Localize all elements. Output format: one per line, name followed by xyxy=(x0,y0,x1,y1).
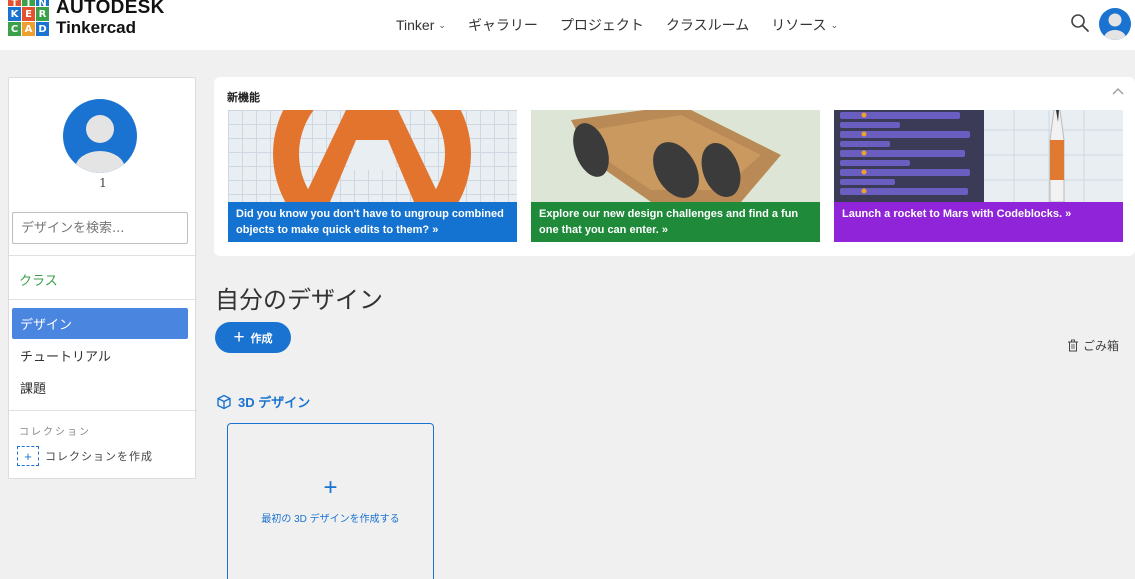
card-caption: Launch a rocket to Mars with Codeblocks.… xyxy=(834,202,1123,242)
chevron-up-icon[interactable] xyxy=(1111,85,1125,99)
sidebar: 1 クラス デザイン チュートリアル 課題 コレクション + コレクションを作成 xyxy=(8,77,197,479)
company-name: AUTODESK xyxy=(56,0,165,18)
nav-item-label: クラスルーム xyxy=(665,17,750,33)
logo-letter-grid: T I N K E R C A D xyxy=(8,0,49,36)
logo-letter: T xyxy=(8,0,21,6)
nav-item-gallery[interactable]: ギャラリー xyxy=(468,15,538,35)
create-first-design-card[interactable]: + 最初の 3D デザインを作成する xyxy=(227,423,434,579)
3d-designs-section-title: 3D デザイン xyxy=(216,392,310,411)
create-first-design-label: 最初の 3D デザインを作成する xyxy=(261,514,400,525)
plus-icon: + xyxy=(323,474,338,501)
trash-button[interactable]: ごみ箱 xyxy=(1067,337,1119,354)
logo-letter: A xyxy=(22,22,35,36)
chevron-down-icon: ⌄ xyxy=(438,19,446,30)
logo-letter: N xyxy=(36,0,49,6)
sidebar-item-lessons[interactable]: 課題 xyxy=(12,372,188,403)
plus-icon: + xyxy=(233,327,245,348)
design-search-input[interactable] xyxy=(12,212,188,244)
sidebar-item-designs[interactable]: デザイン xyxy=(12,308,188,339)
card-image xyxy=(228,110,517,202)
create-button[interactable]: + 作成 xyxy=(215,322,291,353)
create-collection-label: コレクションを作成 xyxy=(45,451,153,463)
card-image xyxy=(531,110,820,202)
divider xyxy=(9,410,197,411)
divider xyxy=(9,299,197,300)
user-avatar-icon[interactable] xyxy=(1099,8,1131,40)
news-card-codeblocks[interactable]: Launch a rocket to Mars with Codeblocks.… xyxy=(834,110,1123,242)
whats-new-panel: 新機能 Did you know you don't have to ungro… xyxy=(214,77,1135,256)
logo-letter: K xyxy=(8,7,21,21)
card-caption: Did you know you don't have to ungroup c… xyxy=(228,202,517,242)
sidebar-item-class[interactable]: クラス xyxy=(19,270,58,289)
chevron-down-icon: ⌄ xyxy=(830,19,839,30)
nav-item-label: プロジェクト xyxy=(559,17,644,33)
create-button-label: 作成 xyxy=(250,332,273,345)
logo-letter: E xyxy=(22,7,35,21)
collections-heading: コレクション xyxy=(19,427,91,438)
profile-count: 1 xyxy=(99,176,107,190)
logo-letter: R xyxy=(36,7,49,21)
main-nav: Tinker ⌄ ギャラリー プロジェクト クラスルーム リソース ⌄ xyxy=(396,15,860,35)
search-icon[interactable] xyxy=(1070,13,1090,33)
nav-item-projects[interactable]: プロジェクト xyxy=(560,15,644,35)
nav-item-label: ギャラリー xyxy=(467,17,538,33)
nav-item-tinker[interactable]: Tinker ⌄ xyxy=(396,15,446,35)
cube-icon xyxy=(217,394,231,409)
top-navigation-bar: T I N K E R C A D AUTODESK Tinkercad Tin… xyxy=(0,0,1135,50)
trash-label: ごみ箱 xyxy=(1083,339,1120,353)
create-collection-button[interactable]: + コレクションを作成 xyxy=(17,446,153,466)
section-title-label: 3D デザイン xyxy=(238,395,311,410)
news-card-challenges[interactable]: Explore our new design challenges and fi… xyxy=(531,110,820,242)
news-card-ungroup[interactable]: Did you know you don't have to ungroup c… xyxy=(228,110,517,242)
logo-letter: C xyxy=(8,22,21,36)
tinkercad-logo[interactable]: T I N K E R C A D AUTODESK Tinkercad xyxy=(8,0,165,36)
nav-item-label: リソース xyxy=(771,17,827,33)
product-name: Tinkercad xyxy=(56,18,137,37)
nav-item-classrooms[interactable]: クラスルーム xyxy=(666,15,749,35)
profile-avatar[interactable] xyxy=(63,99,137,173)
page-title: 自分のデザイン xyxy=(215,287,383,314)
nav-item-label: Tinker xyxy=(396,17,435,33)
card-image xyxy=(834,110,1123,202)
plus-icon: + xyxy=(17,446,39,466)
logo-letter: D xyxy=(36,22,49,36)
card-caption: Explore our new design challenges and fi… xyxy=(531,202,820,242)
trash-icon xyxy=(1068,339,1078,352)
whats-new-title: 新機能 xyxy=(227,92,260,104)
nav-item-resources[interactable]: リソース ⌄ xyxy=(771,15,838,35)
divider xyxy=(9,255,197,256)
sidebar-item-tutorials[interactable]: チュートリアル xyxy=(12,340,188,371)
logo-wordmark: AUTODESK Tinkercad xyxy=(56,0,165,36)
logo-letter: I xyxy=(22,0,35,6)
